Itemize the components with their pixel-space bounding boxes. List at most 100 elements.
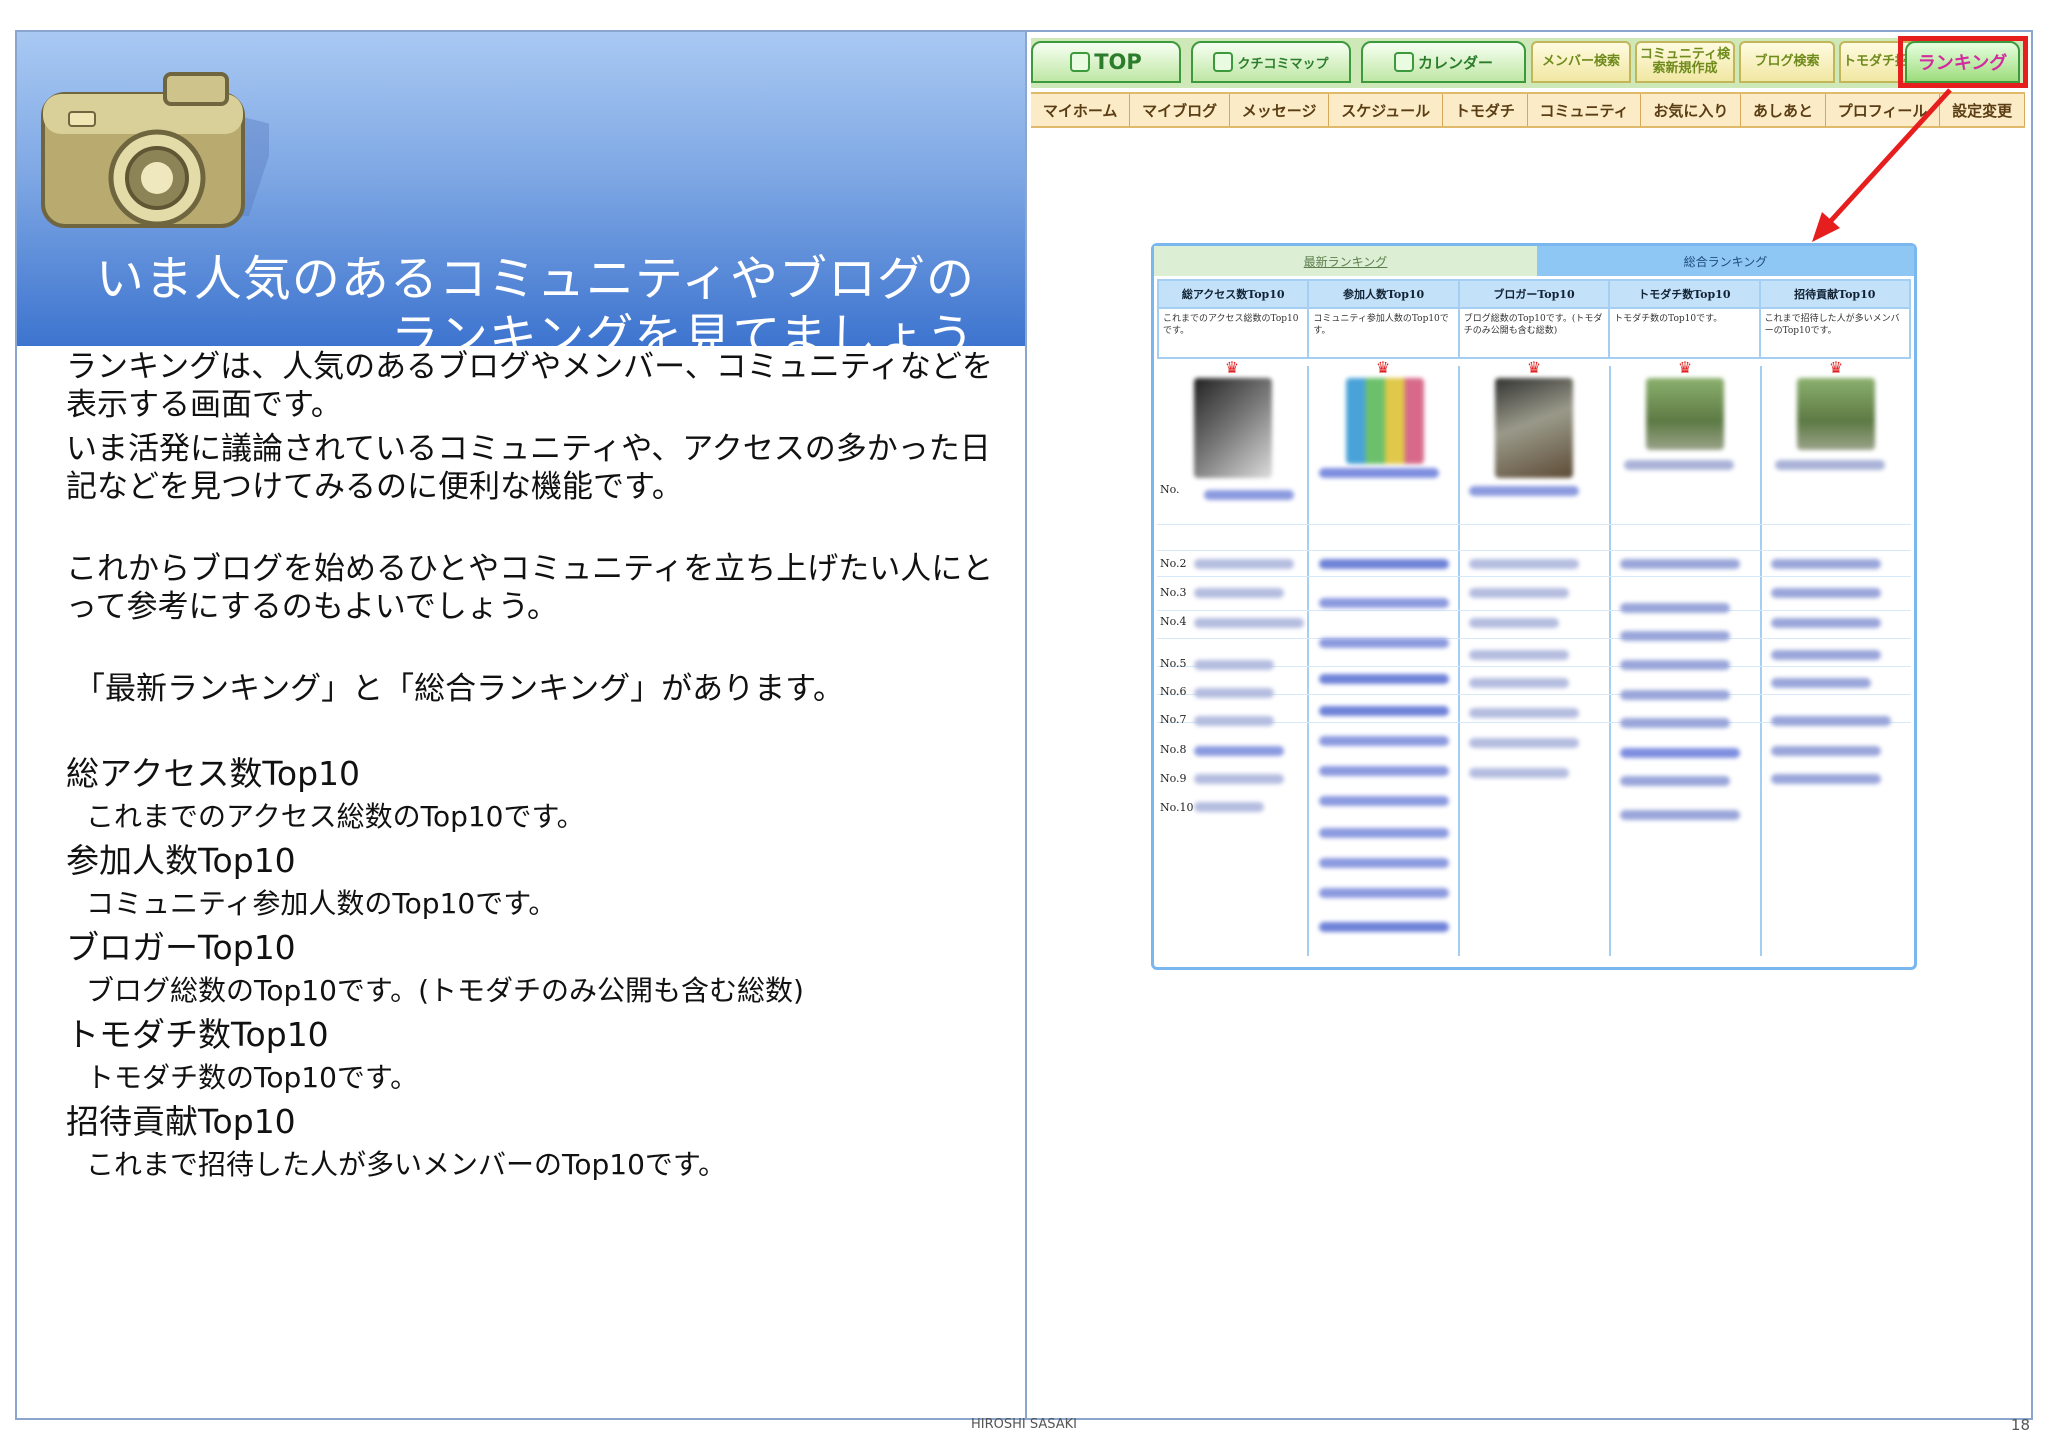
blurred-entry[interactable] <box>1620 603 1730 613</box>
blurred-entry[interactable] <box>1194 559 1294 569</box>
blurred-entry[interactable] <box>1194 588 1284 598</box>
blurred-entry[interactable] <box>1771 774 1881 784</box>
blurred-entry[interactable] <box>1620 776 1730 786</box>
ranking-highlight-box <box>1898 36 2028 88</box>
map-pin-icon <box>1213 52 1234 72</box>
blurred-entry[interactable] <box>1319 598 1449 608</box>
item-heading: トモダチ数Top10 <box>66 1015 329 1054</box>
blurred-entry[interactable] <box>1319 706 1449 716</box>
subnav-item[interactable]: コミュニティ <box>1528 94 1642 126</box>
blurred-entry[interactable] <box>1194 660 1274 670</box>
blurred-entry[interactable] <box>1319 828 1449 838</box>
item-heading: 参加人数Top10 <box>66 841 296 880</box>
blurred-entry[interactable] <box>1771 618 1881 628</box>
blurred-entry[interactable] <box>1771 716 1891 726</box>
sub-navigation: マイホーム マイブログ メッセージ スケジュール トモダチ コミュニティ お気に… <box>1031 92 2025 128</box>
blurred-entry[interactable] <box>1771 678 1871 688</box>
subnav-item[interactable]: トモダチ <box>1443 94 1528 126</box>
blurred-entry[interactable] <box>1194 716 1274 726</box>
tab-latest-ranking[interactable]: 最新ランキング <box>1154 246 1537 276</box>
blurred-entry[interactable] <box>1319 638 1449 648</box>
blurred-entry[interactable] <box>1771 650 1881 660</box>
blurred-entry[interactable] <box>1194 688 1274 698</box>
blurred-entry[interactable] <box>1469 678 1569 688</box>
item-description: これまでのアクセス総数のTop10です。 <box>86 800 585 833</box>
blurred-entry[interactable] <box>1624 460 1734 470</box>
top-ranked-photo[interactable] <box>1495 378 1573 478</box>
rank-label: No.7 <box>1160 713 1187 726</box>
row-separator <box>1157 524 1911 525</box>
item-heading: 招待貢献Top10 <box>66 1102 296 1141</box>
blurred-entry[interactable] <box>1319 559 1449 569</box>
blurred-entry[interactable] <box>1620 690 1730 700</box>
column-header: 総アクセス数Top10 <box>1156 279 1310 309</box>
blurred-entry[interactable] <box>1319 468 1439 478</box>
subnav-item[interactable]: マイホーム <box>1031 94 1131 126</box>
blurred-entry[interactable] <box>1319 796 1449 806</box>
blurred-entry[interactable] <box>1319 858 1449 868</box>
blurred-entry[interactable] <box>1620 631 1730 641</box>
subnav-item[interactable]: プロフィール <box>1826 94 1941 126</box>
subnav-item[interactable]: 設定変更 <box>1940 94 2025 126</box>
item-heading: 総アクセス数Top10 <box>66 754 361 793</box>
intro-paragraph: 「最新ランキング」と「総合ランキング」があります。 <box>74 671 845 707</box>
blurred-entry[interactable] <box>1469 486 1579 496</box>
blurred-entry[interactable] <box>1319 888 1449 898</box>
blurred-entry[interactable] <box>1319 766 1449 776</box>
blurred-entry[interactable] <box>1469 618 1559 628</box>
subnav-item[interactable]: あしあと <box>1741 94 1826 126</box>
rank-label: No.3 <box>1160 586 1187 599</box>
blurred-entry[interactable] <box>1620 660 1730 670</box>
blurred-entry[interactable] <box>1204 490 1294 500</box>
tab-community-search[interactable]: コミュニティ検索新規作成 <box>1635 41 1735 83</box>
blurred-entry[interactable] <box>1194 774 1284 784</box>
rank-label: No.2 <box>1160 557 1187 570</box>
subnav-item[interactable]: お気に入り <box>1641 94 1742 126</box>
tab-blog-search[interactable]: ブログ検索 <box>1739 41 1835 83</box>
page-number: 18 <box>2010 1416 2030 1434</box>
blurred-entry[interactable] <box>1319 736 1449 746</box>
tab-calendar[interactable]: カレンダー <box>1361 41 1526 83</box>
column-description: これまで招待した人が多いメンバーのTop10です。 <box>1758 307 1912 359</box>
subnav-item[interactable]: スケジュール <box>1329 94 1443 126</box>
blurred-entry[interactable] <box>1620 718 1730 728</box>
rank-label: No.8 <box>1160 743 1187 756</box>
rank-label: No.4 <box>1160 615 1187 628</box>
tab-kuchikomi-map[interactable]: クチコミマップ <box>1191 41 1351 83</box>
item-description: これまで招待した人が多いメンバーのTop10です。 <box>86 1148 727 1181</box>
top-ranked-photo[interactable] <box>1797 378 1875 450</box>
blurred-entry[interactable] <box>1194 802 1264 812</box>
blurred-entry[interactable] <box>1469 708 1579 718</box>
tab-member-search[interactable]: メンバー検索 <box>1531 41 1631 83</box>
blurred-entry[interactable] <box>1620 559 1740 569</box>
blurred-entry[interactable] <box>1469 738 1579 748</box>
blurred-entry[interactable] <box>1771 559 1881 569</box>
blurred-entry[interactable] <box>1620 748 1740 758</box>
blurred-entry[interactable] <box>1771 746 1881 756</box>
blurred-entry[interactable] <box>1469 588 1569 598</box>
blurred-entry[interactable] <box>1771 588 1881 598</box>
column-description: コミュニティ参加人数のTop10です。 <box>1307 307 1460 359</box>
blurred-entry[interactable] <box>1194 618 1304 628</box>
subnav-item[interactable]: メッセージ <box>1230 94 1330 126</box>
row-separator <box>1157 638 1911 639</box>
blurred-entry[interactable] <box>1469 559 1579 569</box>
subnav-item[interactable]: マイブログ <box>1130 94 1230 126</box>
blurred-entry[interactable] <box>1775 460 1885 470</box>
top-ranked-photo[interactable] <box>1646 378 1724 450</box>
top-ranked-photo[interactable] <box>1194 378 1272 478</box>
ranking-panel: 最新ランキング 総合ランキング 総アクセス数Top10 参加人数Top10 ブロ… <box>1151 243 1917 970</box>
tab-top[interactable]: TOP <box>1031 41 1181 83</box>
column-header: 招待貢献Top10 <box>1758 279 1912 309</box>
blurred-entry[interactable] <box>1194 746 1284 756</box>
blurred-entry[interactable] <box>1469 650 1569 660</box>
blurred-entry[interactable] <box>1319 922 1449 932</box>
item-description: トモダチ数のTop10です。 <box>86 1061 419 1094</box>
blurred-entry[interactable] <box>1620 810 1740 820</box>
top-ranked-photo[interactable] <box>1346 378 1424 464</box>
camera-icon <box>41 72 269 228</box>
row-separator <box>1157 550 1911 551</box>
tab-overall-ranking[interactable]: 総合ランキング <box>1537 246 1914 276</box>
blurred-entry[interactable] <box>1469 768 1569 778</box>
blurred-entry[interactable] <box>1319 674 1449 684</box>
